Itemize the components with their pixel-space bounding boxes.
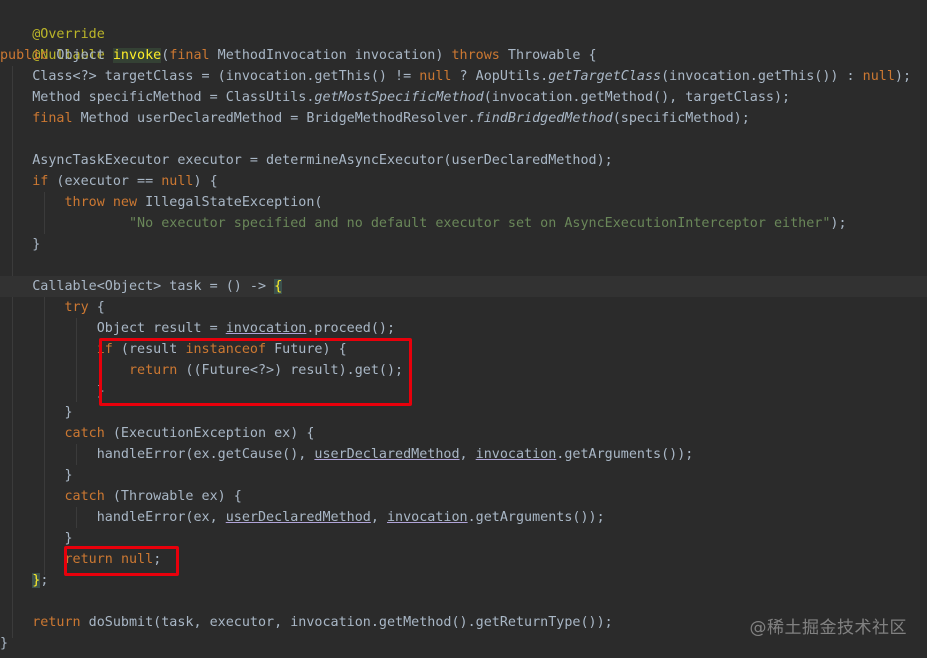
keyword: new	[112, 195, 138, 210]
keyword: throw	[64, 195, 105, 210]
code-text: ,	[459, 447, 476, 462]
code-text: }	[0, 531, 73, 546]
code-line-callable-task[interactable]: Callable<Object> task = () -> {	[0, 276, 927, 297]
code-text: ) {	[193, 174, 218, 189]
keyword: return	[32, 615, 81, 630]
code-line-throw[interactable]: throw new IllegalStateException(	[0, 192, 927, 213]
code-line-catch-throwable[interactable]: catch (Throwable ex) {	[0, 486, 927, 507]
highlight-box-future-check	[99, 338, 412, 406]
captured-variable[interactable]: invocation	[476, 447, 557, 462]
code-text: (invocation.getMethod(), targetClass);	[483, 90, 791, 105]
code-text: IllegalStateException(	[137, 195, 323, 210]
keyword: try	[64, 300, 89, 315]
code-text: (executor ==	[48, 174, 162, 189]
code-text: }	[0, 237, 41, 252]
code-text: handleError(ex.getCause(),	[0, 447, 315, 462]
code-line-exception-message[interactable]: "No executor specified and no default ex…	[0, 213, 927, 234]
code-text: (Throwable ex) {	[104, 489, 242, 504]
code-text: Object result =	[0, 321, 226, 336]
keyword: null	[161, 174, 194, 189]
keyword: final	[32, 111, 73, 126]
code-text: handleError(ex,	[0, 510, 226, 525]
keyword: public	[0, 48, 49, 63]
code-line-close-catch[interactable]: }	[0, 465, 927, 486]
keyword: final	[169, 48, 210, 63]
code-line-specific-method[interactable]: Method specificMethod = ClassUtils.getMo…	[0, 87, 927, 108]
keyword: null	[862, 69, 895, 84]
watermark: @稀土掘金技术社区	[749, 618, 907, 638]
code-text: MethodInvocation invocation)	[209, 48, 452, 63]
highlight-box-return-null	[64, 546, 179, 576]
keyword: null	[419, 69, 452, 84]
method-name-invoke[interactable]: invoke	[112, 48, 162, 63]
code-line-try[interactable]: try {	[0, 297, 927, 318]
captured-variable[interactable]: invocation	[387, 510, 468, 525]
code-line-executor[interactable]: AsyncTaskExecutor executor = determineAs…	[0, 150, 927, 171]
code-text: ,	[370, 510, 387, 525]
code-text: }	[0, 468, 73, 483]
code-text: Callable<Object> task = () ->	[0, 279, 275, 294]
keyword: if	[32, 174, 49, 189]
code-line-method-signature[interactable]: public Object invoke(final MethodInvocat…	[0, 45, 927, 66]
code-text: }	[0, 636, 9, 651]
code-line-handle-error-ex[interactable]: handleError(ex, userDeclaredMethod, invo…	[0, 507, 927, 528]
code-text: (specificMethod);	[612, 111, 750, 126]
captured-variable[interactable]: userDeclaredMethod	[314, 447, 459, 462]
static-method: getMostSpecificMethod	[314, 90, 484, 105]
code-text: .proceed();	[306, 321, 396, 336]
keyword: catch	[64, 489, 105, 504]
code-text: Class<?> targetClass = (invocation.getTh…	[0, 69, 420, 84]
static-method: findBridgedMethod	[475, 111, 613, 126]
code-line-catch-execution[interactable]: catch (ExecutionException ex) {	[0, 423, 927, 444]
code-text: ;	[40, 573, 49, 588]
code-text: (invocation.getThis()) :	[661, 69, 863, 84]
code-text: .getArguments());	[467, 510, 605, 525]
captured-variable[interactable]: userDeclaredMethod	[226, 510, 371, 525]
code-line-close-if[interactable]: }	[0, 234, 927, 255]
code-text: );	[894, 69, 912, 84]
code-line-user-declared-method[interactable]: final Method userDeclaredMethod = Bridge…	[0, 108, 927, 129]
code-text: AsyncTaskExecutor executor = determineAs…	[0, 153, 613, 168]
code-text: doSubmit(task, executor, invocation.getM…	[80, 615, 613, 630]
code-text: Throwable {	[499, 48, 597, 63]
code-text: Object	[48, 48, 113, 63]
code-text: ? AopUtils.	[451, 69, 549, 84]
matched-brace: {	[274, 279, 283, 294]
keyword: catch	[64, 426, 105, 441]
string-literal: "No executor specified and no default ex…	[129, 216, 831, 231]
code-line-if-executor-null[interactable]: if (executor == null) {	[0, 171, 927, 192]
code-text: );	[830, 216, 847, 231]
keyword: throws	[451, 48, 500, 63]
code-line-nullable[interactable]: @Nullable	[0, 24, 927, 63]
code-line-proceed[interactable]: Object result = invocation.proceed();	[0, 318, 927, 339]
code-text: Method userDeclaredMethod = BridgeMethod…	[72, 111, 476, 126]
code-line-target-class[interactable]: Class<?> targetClass = (invocation.getTh…	[0, 66, 927, 87]
code-text: Method specificMethod = ClassUtils.	[0, 90, 315, 105]
static-method: getTargetClass	[548, 69, 662, 84]
captured-variable[interactable]: invocation	[226, 321, 307, 336]
code-text: {	[88, 300, 105, 315]
code-text: }	[0, 405, 73, 420]
code-text: .getArguments());	[556, 447, 694, 462]
code-line-override[interactable]: @Override	[0, 3, 927, 42]
code-text: (ExecutionException ex) {	[104, 426, 315, 441]
code-text: }	[0, 384, 105, 399]
code-editor[interactable]: @Override @Nullable public Object invoke…	[0, 0, 927, 658]
code-line-handle-error-cause[interactable]: handleError(ex.getCause(), userDeclaredM…	[0, 444, 927, 465]
